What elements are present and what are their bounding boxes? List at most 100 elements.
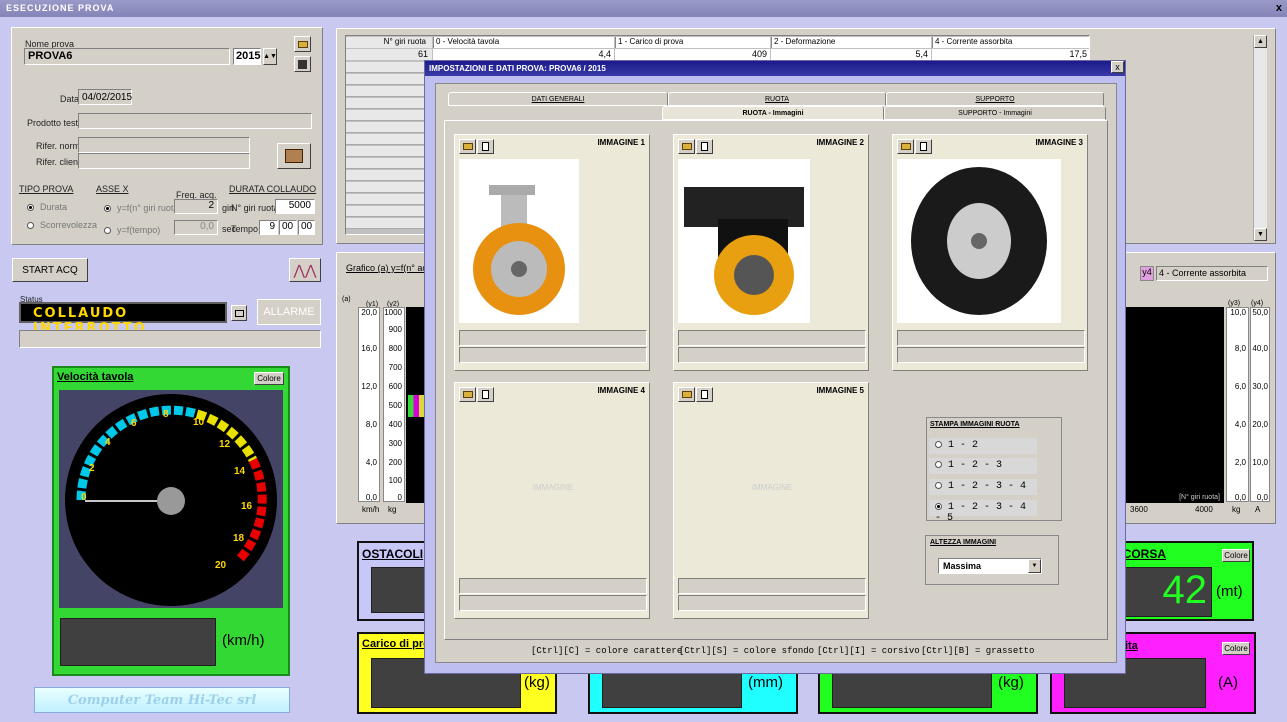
- chart-icon: ⋀⋀: [293, 261, 317, 278]
- durata-title: DURATA COLLAUDO: [229, 184, 317, 194]
- tipo-opt-scorrevolezza[interactable]: Scorrevolezza: [27, 220, 97, 230]
- table-row: [346, 86, 432, 97]
- name-field[interactable]: PROVA6: [24, 48, 230, 65]
- table-scrollbar[interactable]: ▲ ▼: [1253, 35, 1267, 241]
- settings-dialog: IMPOSTAZIONI E DATI PROVA: PROVA6 / 2015…: [424, 60, 1126, 674]
- rif-cliente-field[interactable]: [78, 153, 250, 169]
- image-slot-5[interactable]: IMMAGINE 5 IMMAGINE: [673, 382, 869, 619]
- tab-supporto-immagini[interactable]: SUPPORTO - Immagini: [884, 106, 1106, 120]
- caster-wheel-svg: [473, 185, 565, 315]
- stampa-title: STAMPA IMMAGINI RUOTA: [930, 421, 1020, 428]
- y1-tick: 0,0: [365, 493, 377, 502]
- image-slot-4[interactable]: IMMAGINE 4 IMMAGINE: [454, 382, 650, 619]
- status-info-button[interactable]: [231, 305, 247, 321]
- save-disk-button[interactable]: [294, 56, 311, 72]
- caption-field-1[interactable]: [678, 330, 866, 346]
- asse-opt1-label: y=f(n° giri ruota): [117, 203, 182, 213]
- table-row: [346, 74, 432, 85]
- corrente-colore-button[interactable]: Colore: [1222, 642, 1250, 655]
- table-row: [346, 98, 432, 109]
- clear-image-button[interactable]: [915, 139, 932, 154]
- stampa-opt-2[interactable]: 1 - 2 - 3: [929, 458, 1037, 474]
- caption-field-1[interactable]: [459, 578, 647, 594]
- caption-field-2[interactable]: [459, 595, 647, 611]
- stampa-opt-4[interactable]: 1 - 2 - 3 - 4 - 5: [929, 500, 1037, 524]
- tempo-s-field[interactable]: 00: [298, 220, 315, 235]
- brand-text: Computer Team Hi-Tec srl: [67, 693, 257, 708]
- image-placeholder: IMMAGINE: [455, 483, 651, 492]
- close-button[interactable]: x: [1276, 2, 1283, 14]
- tab-supporto-immagini-label: SUPPORTO - Immagini: [958, 109, 1032, 117]
- axis-y3-label: (y3): [1228, 300, 1241, 307]
- stampa-opt-2-label: 1 - 2 - 3: [948, 460, 1003, 471]
- stampa-opt-3[interactable]: 1 - 2 - 3 - 4: [929, 479, 1037, 495]
- caption-field-1[interactable]: [897, 330, 1085, 346]
- caption-field-2[interactable]: [459, 347, 647, 363]
- tipo-opt-durata[interactable]: Durata: [27, 202, 67, 212]
- load-image-button[interactable]: [459, 139, 476, 154]
- image-slot-2[interactable]: IMMAGINE 2: [673, 134, 869, 371]
- scroll-down-icon[interactable]: ▼: [1254, 228, 1267, 241]
- image-slot-3[interactable]: IMMAGINE 3: [892, 134, 1088, 371]
- asse-title: ASSE X: [96, 184, 129, 194]
- dialog-close-button[interactable]: x: [1111, 61, 1124, 73]
- freq2-field[interactable]: 0,0: [174, 220, 218, 235]
- folder-icon: [681, 391, 692, 398]
- clear-image-button[interactable]: [696, 387, 713, 402]
- load-image-button[interactable]: [897, 139, 914, 154]
- th-deformazione: 2 - Deformazione: [771, 37, 931, 48]
- tab-supporto[interactable]: SUPPORTO: [886, 92, 1104, 106]
- giri-field[interactable]: 5000: [275, 199, 315, 214]
- image-slot-1[interactable]: IMMAGINE 1: [454, 134, 650, 371]
- table-row: [346, 146, 432, 157]
- clear-image-button[interactable]: [696, 139, 713, 154]
- placeholder-text: IMMAGINE: [532, 483, 574, 492]
- stampa-opt-1[interactable]: 1 - 2: [929, 438, 1037, 454]
- freq1-field[interactable]: 2: [174, 199, 218, 214]
- gauge-tick-18: 18: [233, 533, 245, 544]
- th-carico: 1 - Carico di prova: [615, 37, 770, 48]
- load-image-button[interactable]: [678, 387, 695, 402]
- dialog-titlebar: IMPOSTAZIONI E DATI PROVA: PROVA6 / 2015: [425, 61, 1125, 76]
- x-unit: kg: [1232, 505, 1241, 514]
- y1-tick: 20,0: [361, 308, 377, 317]
- graph-plot-right[interactable]: [N° giri ruota]: [1126, 307, 1224, 503]
- table-row: [346, 122, 432, 133]
- year-field[interactable]: 2015: [233, 48, 261, 65]
- product-field[interactable]: [78, 113, 312, 129]
- caption-field-2[interactable]: [678, 347, 866, 363]
- load-image-button[interactable]: [678, 139, 695, 154]
- asse-opt1[interactable]: y=f(n° giri ruota): [104, 203, 181, 213]
- rif-norma-field[interactable]: [78, 137, 250, 153]
- tempo-h-field[interactable]: 9: [259, 220, 278, 235]
- caption-field-1[interactable]: [459, 330, 647, 346]
- gauge-tick-10: 10: [193, 417, 205, 428]
- tempo-m-field[interactable]: 00: [279, 220, 297, 235]
- asse-opt2[interactable]: y=f(tempo): [104, 225, 160, 235]
- caption-field-2[interactable]: [897, 347, 1085, 363]
- altezza-select[interactable]: Massima ▼: [938, 558, 1042, 574]
- gauge-tick-20: 20: [215, 560, 227, 571]
- year-spinner[interactable]: ▲▼: [263, 48, 277, 65]
- start-acq-button[interactable]: START ACQ: [12, 258, 88, 282]
- open-folder-button[interactable]: [294, 36, 311, 52]
- tab-ruota-immagini[interactable]: RUOTA - Immagini: [662, 106, 884, 120]
- blank-page-icon: [701, 142, 708, 151]
- gauge-colore-button[interactable]: Colore: [254, 372, 284, 385]
- print-report-button[interactable]: [277, 143, 311, 169]
- chevron-down-icon[interactable]: ▼: [1028, 559, 1041, 573]
- tab-dati-generali[interactable]: DATI GENERALI: [448, 92, 668, 106]
- load-image-button[interactable]: [459, 387, 476, 402]
- giri-label: N° giri ruota: [231, 203, 279, 213]
- chart-toggle-button[interactable]: ⋀⋀: [289, 258, 321, 282]
- caption-field-1[interactable]: [678, 578, 866, 594]
- freq1-value: 2: [208, 200, 214, 211]
- percorsa-colore-button[interactable]: Colore: [1222, 549, 1250, 562]
- percorsa-display: 42: [1120, 567, 1212, 617]
- date-field[interactable]: 04/02/2015: [78, 89, 132, 105]
- caption-field-2[interactable]: [678, 595, 866, 611]
- tab-ruota[interactable]: RUOTA: [668, 92, 886, 106]
- scroll-up-icon[interactable]: ▲: [1254, 35, 1267, 48]
- clear-image-button[interactable]: [477, 139, 494, 154]
- clear-image-button[interactable]: [477, 387, 494, 402]
